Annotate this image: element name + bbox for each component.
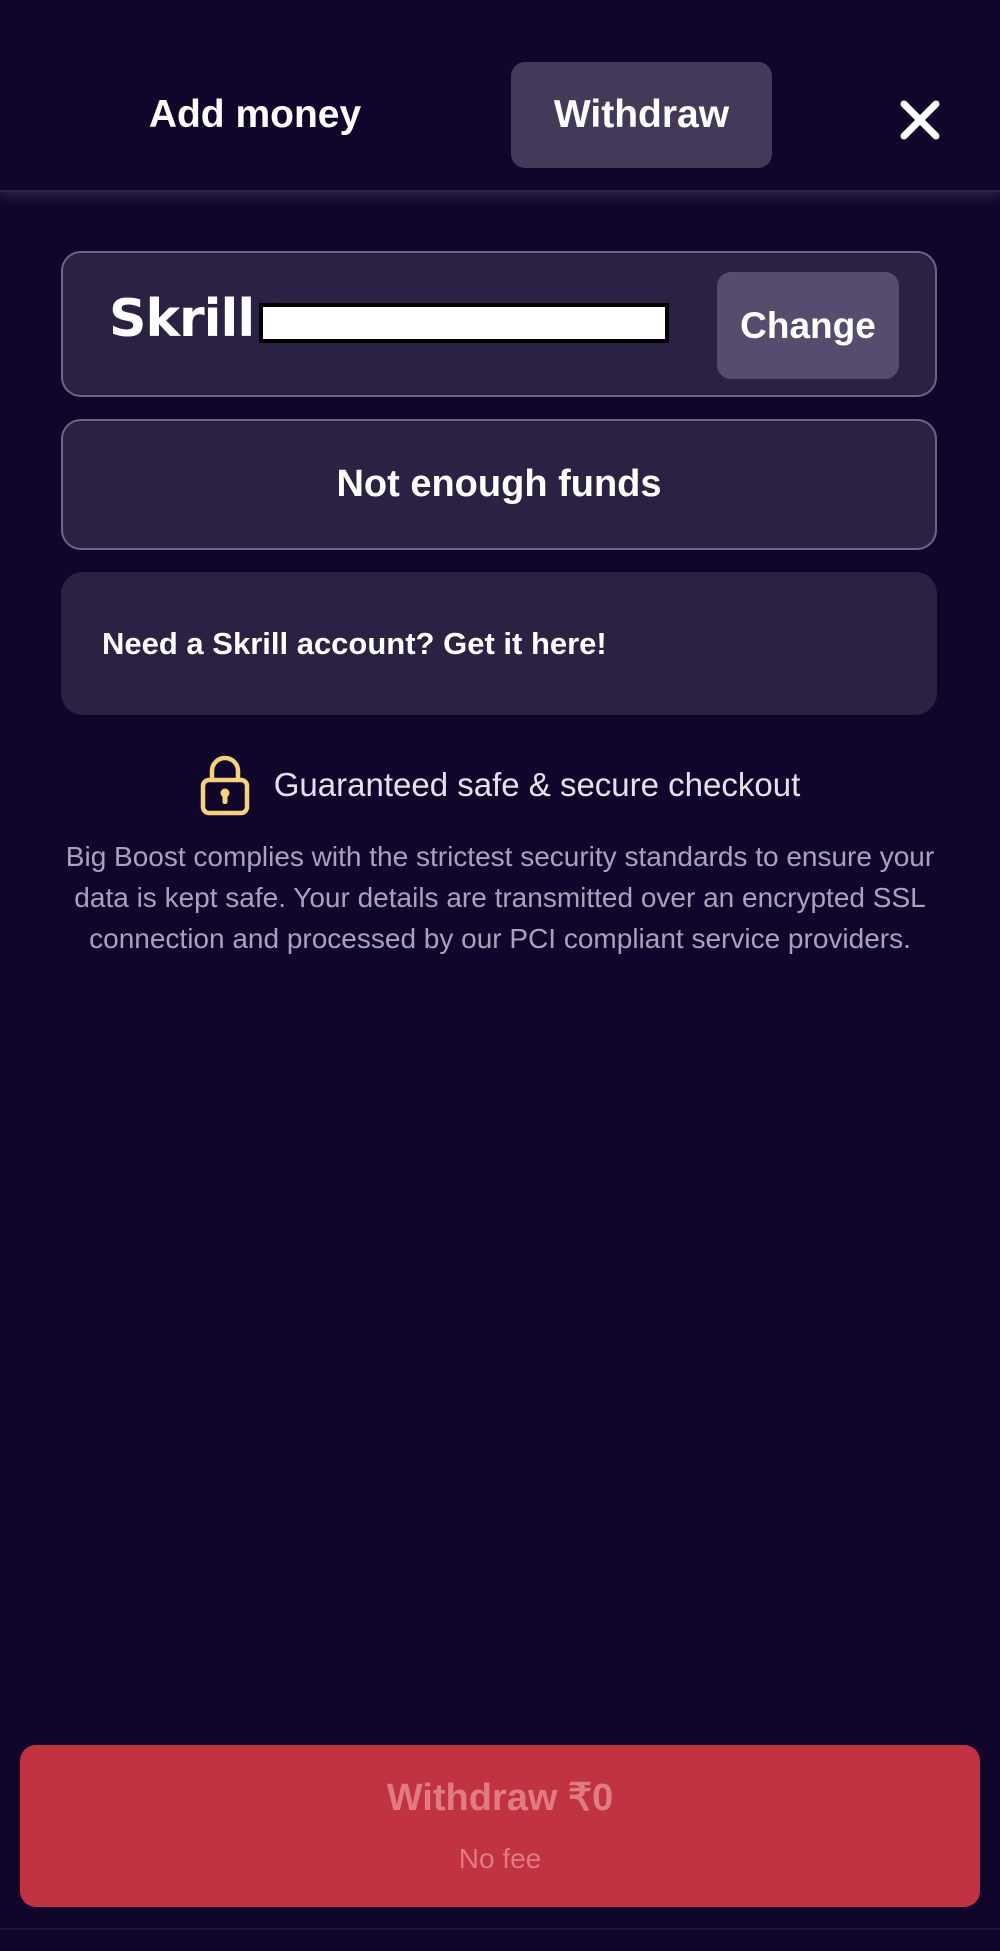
close-icon <box>900 100 940 140</box>
bottom-divider <box>0 1928 1000 1930</box>
account-redacted-field <box>259 303 669 343</box>
skrill-logo: Skrill <box>109 289 255 349</box>
lock-icon <box>200 755 249 816</box>
close-button[interactable] <box>890 90 950 150</box>
tab-add-money[interactable]: Add money <box>120 62 390 168</box>
secure-checkout-row: Guaranteed safe & secure checkout <box>0 752 1000 818</box>
tab-withdraw[interactable]: Withdraw <box>511 62 772 168</box>
header: Add money Withdraw <box>0 0 1000 192</box>
funds-status-box[interactable]: Not enough funds <box>61 419 937 550</box>
change-method-button[interactable]: Change <box>717 272 899 379</box>
fee-label: No fee <box>458 1843 542 1874</box>
secure-checkout-heading: Guaranteed safe & secure checkout <box>273 766 801 803</box>
withdraw-amount-label: Withdraw ₹0 <box>386 1777 614 1819</box>
payment-method-card: Skrill Change <box>61 251 937 397</box>
skrill-signup-link[interactable]: Need a Skrill account? Get it here! <box>61 572 937 715</box>
withdraw-button[interactable]: Withdraw ₹0 No fee <box>20 1745 980 1907</box>
security-disclaimer: Big Boost complies with the strictest se… <box>65 841 935 954</box>
